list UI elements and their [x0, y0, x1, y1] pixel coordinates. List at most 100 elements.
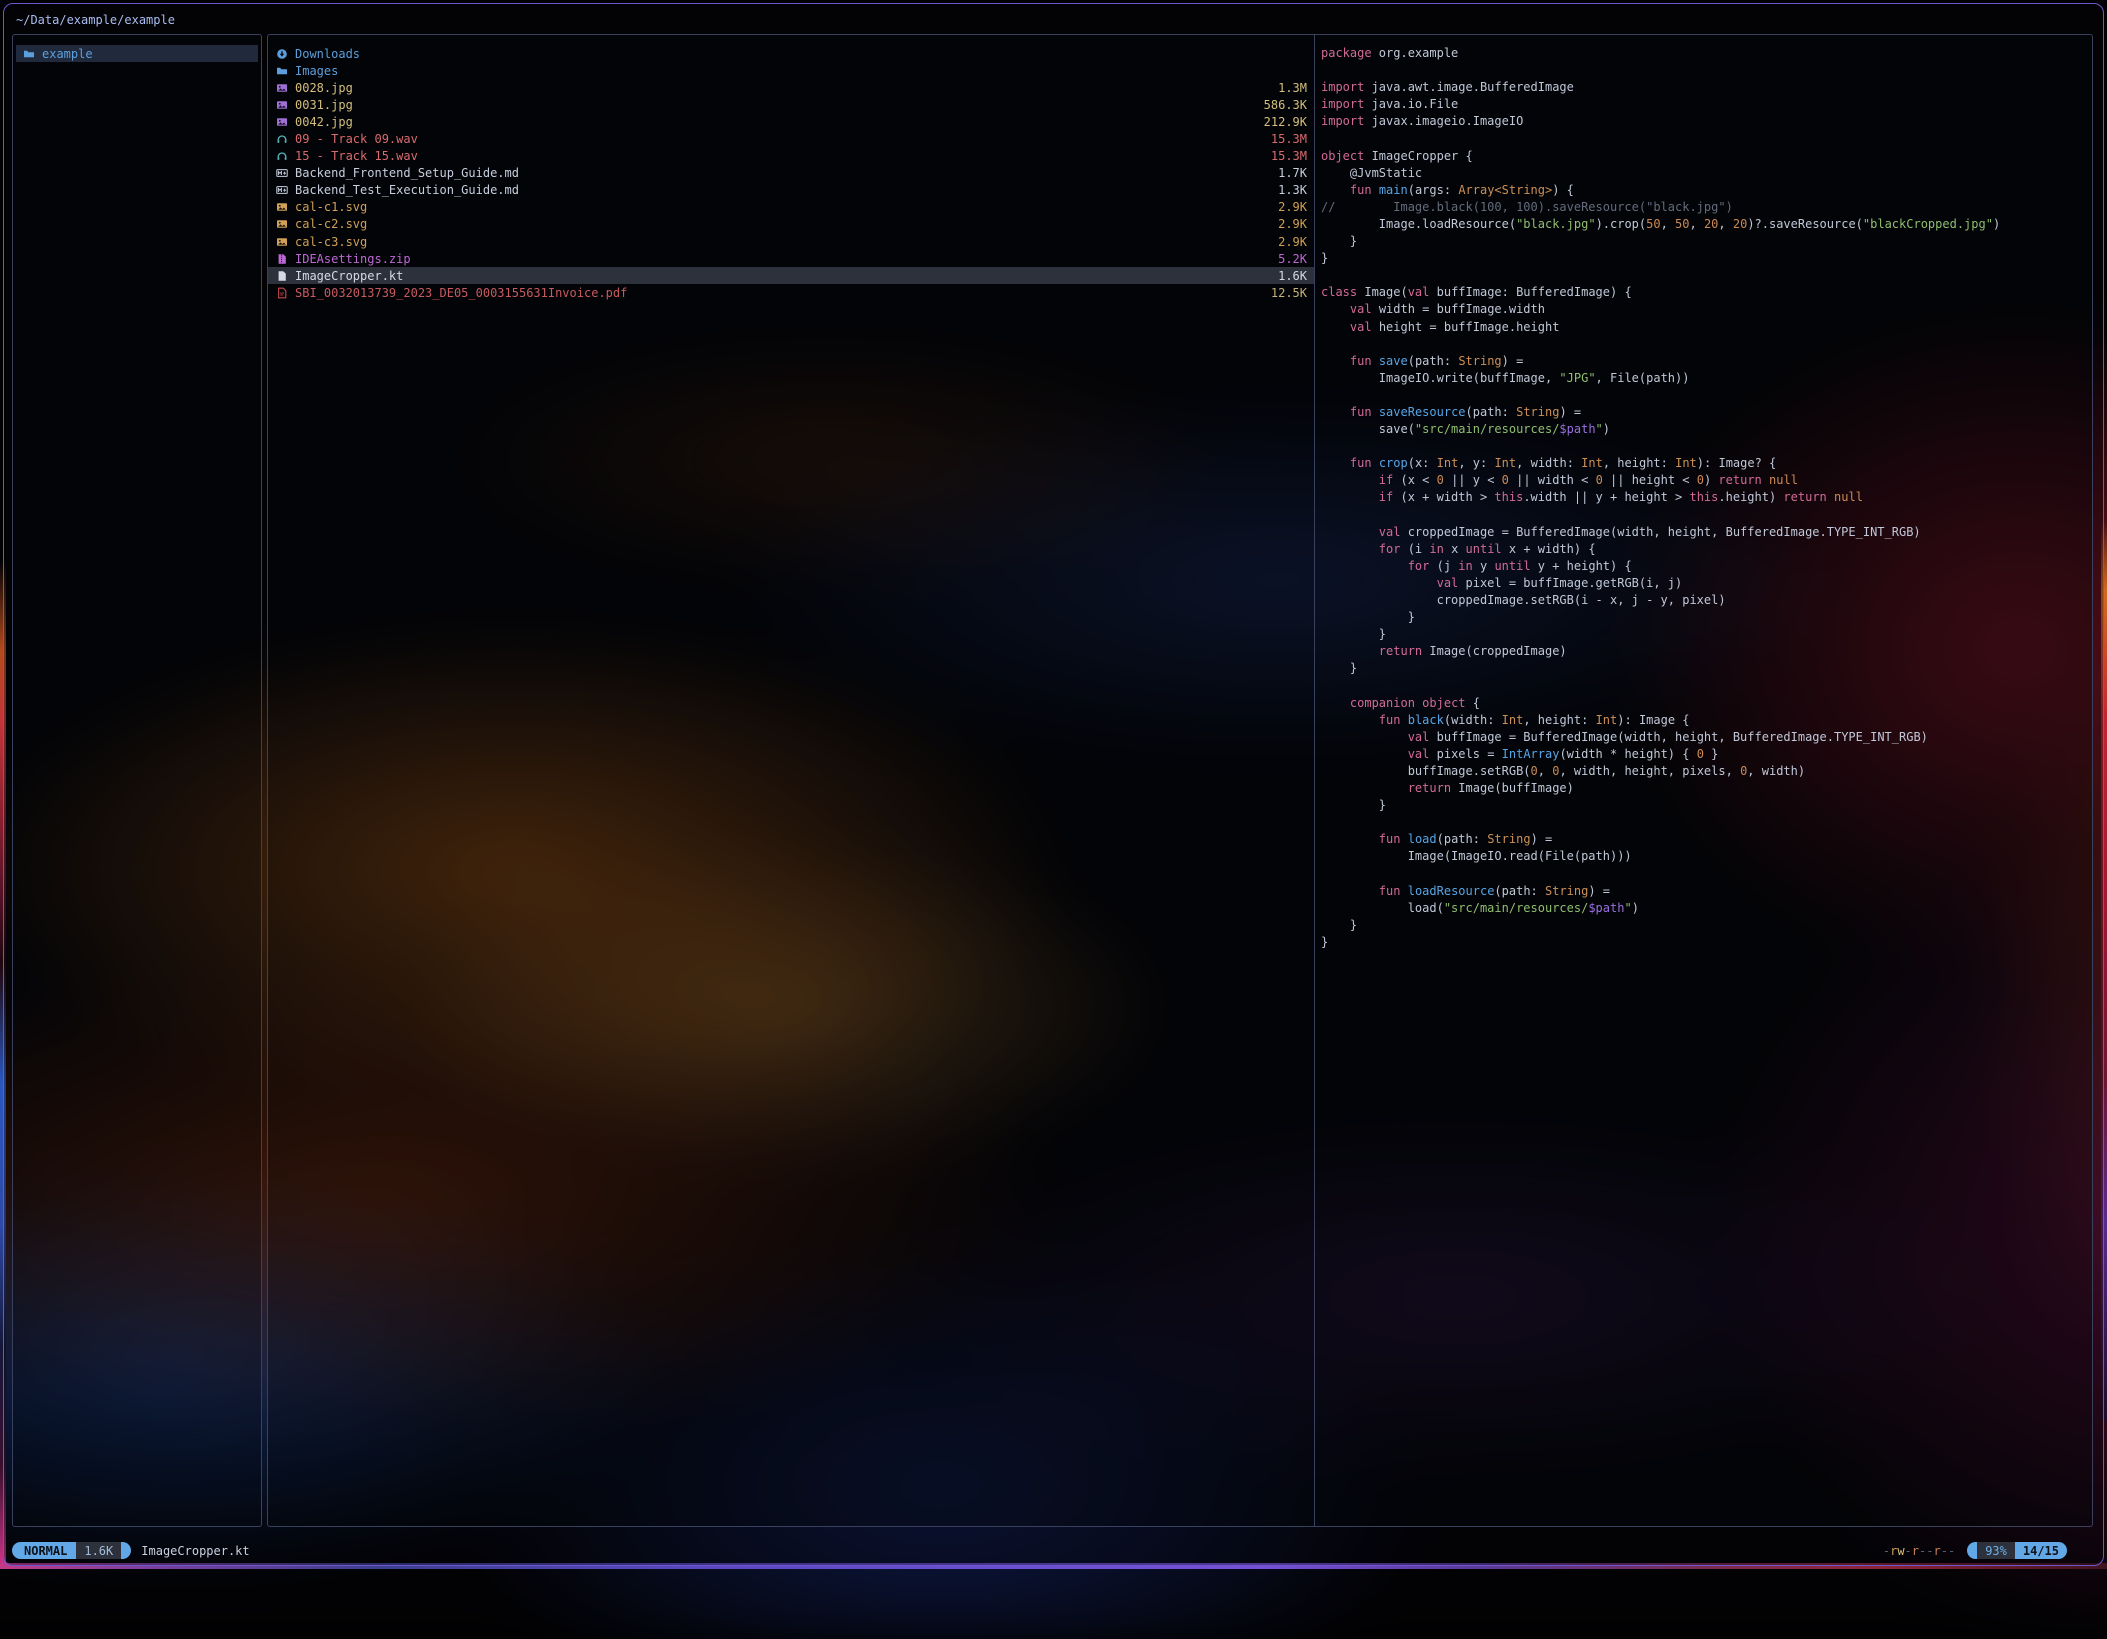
code-line: croppedImage.setRGB(i - x, j - y, pixel) — [1321, 592, 2092, 609]
code-line: Image(ImageIO.read(File(path))) — [1321, 848, 2092, 865]
file-name: 0031.jpg — [295, 98, 353, 112]
file-row[interactable]: Images — [268, 62, 1314, 79]
code-line: package org.example — [1321, 45, 2092, 62]
mode-indicator: NORMAL — [12, 1542, 76, 1559]
file-name: ImageCropper.kt — [295, 269, 403, 283]
code-line: class Image(val buffImage: BufferedImage… — [1321, 284, 2092, 301]
file-size: 586.3K — [1264, 98, 1307, 112]
file-row[interactable]: 0028.jpg1.3M — [268, 79, 1314, 96]
code-line: val width = buffImage.width — [1321, 301, 2092, 318]
code-line: import java.awt.image.BufferedImage — [1321, 79, 2092, 96]
code-line: } — [1321, 934, 2092, 951]
file-row[interactable]: 09 - Track 09.wav15.3M — [268, 130, 1314, 147]
code-line: } — [1321, 250, 2092, 267]
code-line: val buffImage = BufferedImage(width, hei… — [1321, 729, 2092, 746]
file-size: 1.3K — [1278, 183, 1307, 197]
file-name: cal-c2.svg — [295, 217, 367, 231]
code-line: if (x < 0 || y < 0 || width < 0 || heigh… — [1321, 472, 2092, 489]
file-row[interactable]: 0031.jpg 586.3K — [268, 96, 1314, 113]
code-line: fun main(args: Array<String>) { — [1321, 182, 2092, 199]
file-name: Backend_Test_Execution_Guide.md — [295, 183, 519, 197]
audio-icon — [276, 150, 291, 162]
code-line: } — [1321, 233, 2092, 250]
code-line — [1321, 438, 2092, 455]
code-line: buffImage.setRGB(0, 0, width, height, pi… — [1321, 763, 2092, 780]
parent-directory-pane: example — [12, 34, 262, 1527]
code-line — [1321, 267, 2092, 284]
code-line: return Image(croppedImage) — [1321, 643, 2092, 660]
file-size: 5.2K — [1278, 252, 1307, 266]
file-row[interactable]: cal-c3.svg2.9K — [268, 233, 1314, 250]
code-line: fun saveResource(path: String) = — [1321, 404, 2092, 421]
code-line — [1321, 677, 2092, 694]
folder-icon — [276, 65, 291, 77]
preview-pane: package org.example import java.awt.imag… — [1315, 45, 2092, 1526]
panes-container: example DownloadsImages0028.jpg1.3M0031.… — [12, 34, 2093, 1527]
file-name: 09 - Track 09.wav — [295, 132, 418, 146]
selected-file-size: 1.6K — [76, 1542, 121, 1559]
file-row[interactable]: 0042.jpg212.9K — [268, 113, 1314, 130]
zip-icon — [276, 253, 291, 265]
powerline-cap-icon — [1967, 1542, 1977, 1559]
file-name: IDEAsettings.zip — [295, 252, 411, 266]
file-name: cal-c1.svg — [295, 200, 367, 214]
code-line: fun crop(x: Int, y: Int, width: Int, hei… — [1321, 455, 2092, 472]
file-name: Images — [295, 64, 338, 78]
file-name: 0042.jpg — [295, 115, 353, 129]
code-line — [1321, 62, 2092, 79]
code-line: Image.loadResource("black.jpg").crop(50,… — [1321, 216, 2092, 233]
code-line: companion object { — [1321, 695, 2092, 712]
markdown-icon — [276, 167, 291, 179]
code-line: } — [1321, 797, 2092, 814]
status-right-group: -rw-r--r-- 93% 14/15 — [1883, 1542, 2067, 1559]
code-line — [1321, 336, 2092, 353]
code-line: val pixel = buffImage.getRGB(i, j) — [1321, 575, 2092, 592]
file-row[interactable]: Backend_Frontend_Setup_Guide.md1.7K — [268, 165, 1314, 182]
file-row[interactable]: SBI_0032013739_2023_DE05_0003155631Invoi… — [268, 284, 1314, 301]
status-left-group: NORMAL 1.6K ImageCropper.kt — [12, 1542, 250, 1559]
code-line: fun save(path: String) = — [1321, 353, 2092, 370]
code-line: import javax.imageio.ImageIO — [1321, 113, 2092, 130]
file-row[interactable]: IDEAsettings.zip 5.2K — [268, 250, 1314, 267]
code-line: val croppedImage = BufferedImage(width, … — [1321, 524, 2092, 541]
file-size: 1.7K — [1278, 166, 1307, 180]
file-icon — [276, 270, 291, 282]
file-name: 0028.jpg — [295, 81, 353, 95]
code-line: fun black(width: Int, height: Int): Imag… — [1321, 712, 2092, 729]
file-row[interactable]: Downloads — [268, 45, 1314, 62]
audio-icon — [276, 133, 291, 145]
code-line: // Image.black(100, 100).saveResource("b… — [1321, 199, 2092, 216]
scroll-percent: 93% — [1977, 1542, 2015, 1559]
cursor-position: 14/15 — [2015, 1542, 2067, 1559]
image-icon — [276, 82, 291, 94]
code-line — [1321, 130, 2092, 147]
code-line: for (i in x until x + width) { — [1321, 541, 2092, 558]
markdown-icon — [276, 184, 291, 196]
selected-file-name: ImageCropper.kt — [141, 1544, 249, 1558]
file-size: 15.3M — [1271, 149, 1307, 163]
file-row[interactable]: cal-c2.svg 2.9K — [268, 216, 1314, 233]
file-row[interactable]: ImageCropper.kt1.6K — [268, 267, 1314, 284]
file-name: 15 - Track 15.wav — [295, 149, 418, 163]
file-size: 2.9K — [1278, 200, 1307, 214]
code-line: @JvmStatic — [1321, 165, 2092, 182]
code-line: } — [1321, 660, 2092, 677]
code-line: fun loadResource(path: String) = — [1321, 883, 2092, 900]
download-icon — [276, 48, 291, 60]
file-size: 2.9K — [1278, 235, 1307, 249]
code-line — [1321, 507, 2092, 524]
file-size: 2.9K — [1278, 217, 1307, 231]
file-row[interactable]: 15 - Track 15.wav 15.3M — [268, 148, 1314, 165]
yazi-terminal-window: ~/Data/example/example example Downloads… — [3, 3, 2104, 1566]
file-name: SBI_0032013739_2023_DE05_0003155631Invoi… — [295, 286, 627, 300]
powerline-cap-icon — [121, 1542, 131, 1559]
file-size: 12.5K — [1271, 286, 1307, 300]
pdf-icon — [276, 287, 291, 299]
parent-dir-row[interactable]: example — [16, 45, 258, 62]
folder-icon — [23, 48, 38, 60]
code-line: import java.io.File — [1321, 96, 2092, 113]
code-line: load("src/main/resources/$path") — [1321, 900, 2092, 917]
file-row[interactable]: cal-c1.svg 2.9K — [268, 199, 1314, 216]
code-line: } — [1321, 917, 2092, 934]
file-row[interactable]: Backend_Test_Execution_Guide.md 1.3K — [268, 182, 1314, 199]
